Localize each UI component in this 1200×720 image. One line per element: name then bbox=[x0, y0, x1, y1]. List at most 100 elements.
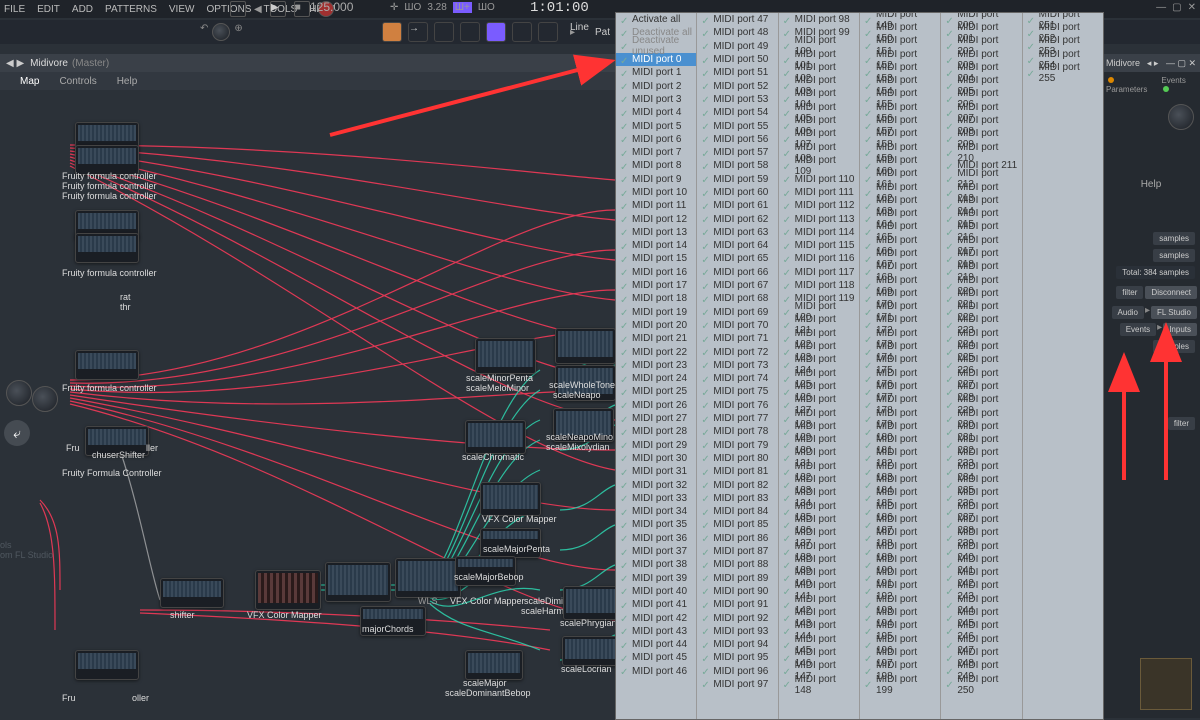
midi-menu-item[interactable]: ✓MIDI port 91 bbox=[697, 598, 777, 611]
midi-menu-item[interactable]: ✓MIDI port 84 bbox=[697, 505, 777, 518]
chip-samples[interactable]: samples bbox=[1153, 249, 1195, 262]
undo-icon[interactable]: ↶ bbox=[200, 23, 208, 41]
midi-menu-item[interactable]: ✓MIDI port 54 bbox=[697, 106, 777, 119]
midi-menu-item[interactable]: ✓MIDI port 78 bbox=[697, 425, 777, 438]
midi-menu-item[interactable]: ✓MIDI port 250 bbox=[941, 678, 1021, 691]
chip-filter[interactable]: filter bbox=[1168, 417, 1195, 430]
patch-node[interactable] bbox=[563, 586, 621, 620]
snap-2[interactable]: 3.28 bbox=[427, 2, 446, 13]
midi-menu-item[interactable]: ✓MIDI port 18 bbox=[616, 292, 696, 305]
midi-menu-item[interactable]: ✓MIDI port 59 bbox=[697, 173, 777, 186]
midi-menu-item[interactable]: ✓Activate all bbox=[616, 13, 696, 26]
midi-menu-item[interactable]: ✓MIDI port 82 bbox=[697, 478, 777, 491]
midi-menu-item[interactable]: ✓MIDI port 30 bbox=[616, 452, 696, 465]
midi-menu-item[interactable]: ✓MIDI port 52 bbox=[697, 79, 777, 92]
midi-menu-item[interactable]: ✓MIDI port 68 bbox=[697, 292, 777, 305]
midi-menu-item[interactable]: ✓MIDI port 9 bbox=[616, 173, 696, 186]
midi-menu-item[interactable]: ✓MIDI port 31 bbox=[616, 465, 696, 478]
tempo-display[interactable]: 125.000 bbox=[310, 0, 353, 14]
midi-menu-item[interactable]: ✓MIDI port 90 bbox=[697, 585, 777, 598]
patch-node[interactable] bbox=[160, 578, 224, 608]
midi-port-menu[interactable]: ✓Activate all✓Deactivate all✓Deactivate … bbox=[615, 12, 1104, 720]
midi-menu-item[interactable]: ✓MIDI port 46 bbox=[616, 665, 696, 678]
midi-menu-item[interactable]: ✓MIDI port 67 bbox=[697, 279, 777, 292]
patch-node[interactable] bbox=[465, 420, 526, 454]
midi-menu-item[interactable]: ✓MIDI port 199 bbox=[860, 678, 940, 691]
midi-menu-item[interactable]: ✓MIDI port 15 bbox=[616, 252, 696, 265]
midi-menu-item[interactable]: ✓MIDI port 2 bbox=[616, 79, 696, 92]
stop-button[interactable]: ■ bbox=[294, 1, 310, 17]
midi-menu-item[interactable]: ✓Deactivate unused bbox=[616, 40, 696, 53]
mini-map[interactable] bbox=[1140, 658, 1192, 710]
patch-node[interactable] bbox=[562, 636, 620, 666]
midi-menu-item[interactable]: ✓MIDI port 13 bbox=[616, 226, 696, 239]
tab-parameters[interactable]: Parameters bbox=[1106, 85, 1147, 94]
midi-menu-item[interactable]: ✓MIDI port 117 bbox=[779, 266, 859, 279]
midi-menu-item[interactable]: ✓MIDI port 83 bbox=[697, 492, 777, 505]
patch-node[interactable] bbox=[75, 350, 139, 380]
midi-menu-item[interactable]: ✓MIDI port 51 bbox=[697, 66, 777, 79]
midi-menu-item[interactable]: ✓MIDI port 10 bbox=[616, 186, 696, 199]
close-icon[interactable]: ✕ bbox=[1188, 2, 1196, 13]
midi-menu-item[interactable]: ✓MIDI port 32 bbox=[616, 478, 696, 491]
midi-menu-item[interactable]: ✓MIDI port 25 bbox=[616, 385, 696, 398]
tool-mute[interactable] bbox=[512, 22, 532, 42]
midi-menu-item[interactable]: ✓MIDI port 39 bbox=[616, 571, 696, 584]
midi-menu-item[interactable]: ✓MIDI port 116 bbox=[779, 252, 859, 265]
midi-menu-item[interactable]: ✓MIDI port 55 bbox=[697, 119, 777, 132]
midi-menu-item[interactable]: ✓MIDI port 43 bbox=[616, 625, 696, 638]
menu-view[interactable]: VIEW bbox=[169, 4, 195, 15]
midi-menu-item[interactable]: ✓MIDI port 93 bbox=[697, 625, 777, 638]
midi-menu-item[interactable]: ✓MIDI port 81 bbox=[697, 465, 777, 478]
midi-menu-item[interactable]: ✓MIDI port 56 bbox=[697, 133, 777, 146]
chip-audio[interactable]: Audio bbox=[1112, 306, 1144, 319]
midi-menu-item[interactable]: ✓MIDI port 29 bbox=[616, 439, 696, 452]
midi-menu-item[interactable]: ✓MIDI port 79 bbox=[697, 439, 777, 452]
midi-menu-item[interactable]: ✓MIDI port 210 bbox=[941, 146, 1021, 159]
midi-menu-item[interactable]: ✓MIDI port 1 bbox=[616, 66, 696, 79]
midi-menu-item[interactable]: ✓MIDI port 112 bbox=[779, 199, 859, 212]
midi-menu-item[interactable]: ✓MIDI port 14 bbox=[616, 239, 696, 252]
right-panel-nav[interactable]: ◂ ▸ — ▢ ✕ bbox=[1147, 58, 1196, 69]
patch-node[interactable] bbox=[75, 233, 139, 263]
chip-disconnect[interactable]: Disconnect bbox=[1145, 286, 1197, 299]
midi-menu-item[interactable]: ✓MIDI port 50 bbox=[697, 53, 777, 66]
menu-edit[interactable]: EDIT bbox=[37, 4, 60, 15]
chip-flstudio[interactable]: FL Studio bbox=[1151, 306, 1197, 319]
time-display[interactable]: 1:01:00 bbox=[530, 0, 589, 16]
tool-link[interactable] bbox=[486, 22, 506, 42]
midi-menu-item[interactable]: ✓MIDI port 27 bbox=[616, 412, 696, 425]
midi-menu-item[interactable]: ✓MIDI port 94 bbox=[697, 638, 777, 651]
tool-arrow[interactable]: → bbox=[408, 22, 428, 42]
midi-menu-item[interactable]: ✓MIDI port 66 bbox=[697, 266, 777, 279]
pattern-loop-icon[interactable] bbox=[230, 1, 246, 17]
midi-menu-item[interactable]: ✓MIDI port 40 bbox=[616, 585, 696, 598]
midi-menu-item[interactable]: ✓MIDI port 85 bbox=[697, 518, 777, 531]
midi-menu-item[interactable]: ✓MIDI port 20 bbox=[616, 319, 696, 332]
midi-menu-item[interactable]: ✓MIDI port 19 bbox=[616, 306, 696, 319]
midi-menu-item[interactable]: ✓MIDI port 110 bbox=[779, 173, 859, 186]
tab-help[interactable]: Help bbox=[117, 76, 138, 87]
midi-menu-item[interactable]: ✓MIDI port 17 bbox=[616, 279, 696, 292]
midi-menu-item[interactable]: ✓MIDI port 255 bbox=[1023, 66, 1103, 79]
midi-menu-item[interactable]: ✓MIDI port 73 bbox=[697, 359, 777, 372]
tool-slip[interactable] bbox=[538, 22, 558, 42]
patch-node[interactable] bbox=[325, 562, 391, 602]
midi-menu-item[interactable]: ✓MIDI port 72 bbox=[697, 345, 777, 358]
midi-menu-item[interactable]: ✓MIDI port 76 bbox=[697, 399, 777, 412]
snap-4[interactable]: ШО bbox=[478, 2, 495, 13]
midi-menu-item[interactable]: ✓MIDI port 57 bbox=[697, 146, 777, 159]
snap-3[interactable]: Ш+ bbox=[453, 2, 472, 13]
maximize-icon[interactable]: ▢ bbox=[1172, 2, 1181, 13]
midi-menu-item[interactable]: ✓MIDI port 97 bbox=[697, 678, 777, 691]
tool-view-playlist[interactable] bbox=[382, 22, 402, 42]
midi-menu-item[interactable]: ✓MIDI port 3 bbox=[616, 93, 696, 106]
midi-menu-item[interactable]: ✓MIDI port 16 bbox=[616, 266, 696, 279]
menu-add[interactable]: ADD bbox=[72, 4, 93, 15]
play-button[interactable]: ▶ bbox=[270, 1, 286, 17]
midi-menu-item[interactable]: ✓MIDI port 115 bbox=[779, 239, 859, 252]
midi-menu-item[interactable]: ✓MIDI port 35 bbox=[616, 518, 696, 531]
chip-samples[interactable]: samples bbox=[1153, 232, 1195, 245]
midi-menu-item[interactable]: ✓MIDI port 92 bbox=[697, 611, 777, 624]
midi-menu-item[interactable]: ✓MIDI port 6 bbox=[616, 133, 696, 146]
